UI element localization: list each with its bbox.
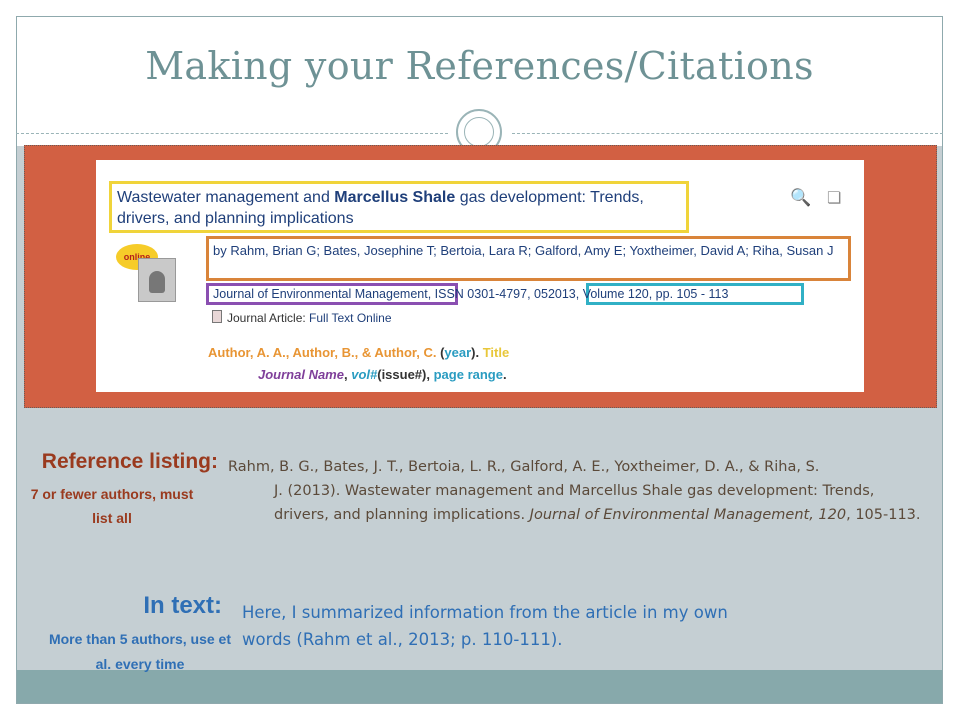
- volume-text: 2013, Volume 120, pp. 105 - 113: [547, 287, 729, 301]
- database-record-screenshot: Wastewater management and Marcellus Shal…: [96, 160, 864, 392]
- article-title-bold: Marcellus Shale: [334, 189, 456, 206]
- article-type-row: Journal Article: Full Text Online: [212, 310, 392, 325]
- apa-pages: page range: [433, 367, 503, 382]
- search-icon[interactable]: 🔍: [790, 188, 811, 208]
- reference-pages: , 105-113.: [846, 507, 921, 523]
- article-title-pre: Wastewater management and: [117, 189, 335, 206]
- article-title[interactable]: Wastewater management and Marcellus Shal…: [117, 187, 677, 229]
- journal-name: Journal of Environmental Management: [213, 287, 428, 301]
- slide-title: Making your References/Citations: [145, 44, 814, 88]
- apa-title: Title: [482, 345, 510, 360]
- apa-authors: Author, A. A., Author, B., & Author, C.: [208, 345, 437, 360]
- apa-format-line-2: Journal Name, vol#(issue#), page range.: [258, 367, 507, 382]
- reference-continuation: J. (2013). Wastewater management and Mar…: [228, 479, 928, 527]
- cite-icon[interactable]: ❏: [827, 188, 841, 208]
- document-icon: [138, 258, 176, 302]
- apa-format-line-1: Author, A. A., Author, B., & Author, C. …: [208, 345, 510, 360]
- in-text-note: More than 5 authors, use et al. every ti…: [48, 631, 232, 672]
- apa-issue: (issue#): [377, 367, 427, 382]
- reference-listing-note: 7 or fewer authors, must list all: [30, 486, 194, 526]
- issn-text: , ISSN 0301-4797, 05: [427, 287, 548, 301]
- apa-journal: Journal Name: [258, 367, 344, 382]
- in-text-example: Here, I summarized information from the …: [242, 603, 728, 649]
- reference-listing-heading: Reference listing:: [41, 450, 218, 473]
- in-text-heading: In text:: [143, 592, 222, 619]
- reference-entry: Rahm, B. G., Bates, J. T., Bertoia, L. R…: [228, 455, 928, 527]
- article-type-icon: [212, 310, 222, 323]
- title-divider-right: [512, 133, 943, 134]
- article-source: Journal of Environmental Management, ISS…: [213, 287, 728, 301]
- article-authors: by Rahm, Brian G; Bates, Josephine T; Be…: [213, 243, 834, 258]
- full-text-link[interactable]: Full Text Online: [309, 311, 391, 325]
- apa-year: year: [444, 345, 472, 360]
- title-divider-left: [16, 133, 448, 134]
- reference-journal: Journal of Environmental Management, 120: [529, 507, 847, 523]
- reference-line-1: Rahm, B. G., Bates, J. T., Bertoia, L. R…: [228, 459, 820, 475]
- apa-vol: vol#: [351, 367, 378, 382]
- article-type: Journal Article:: [227, 311, 306, 325]
